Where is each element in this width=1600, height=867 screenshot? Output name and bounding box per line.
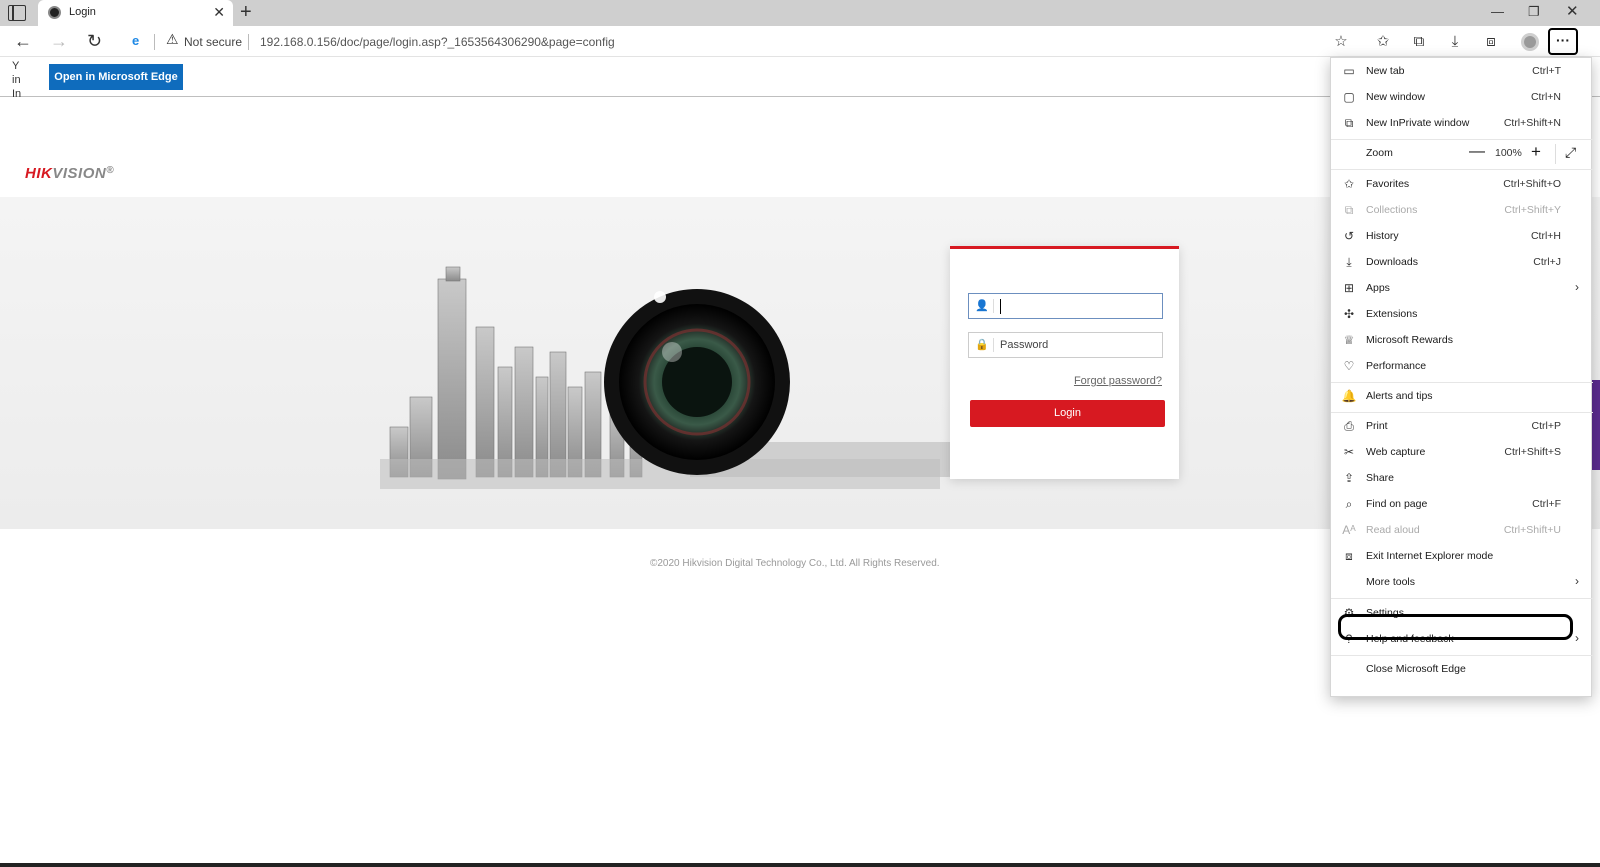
read-aloud-icon: Aᴬ bbox=[1342, 523, 1356, 537]
menu-item-zoom: Zoom — 100% + ⤢ bbox=[1331, 141, 1593, 167]
menu-item-performance[interactable]: ♡ Performance bbox=[1331, 354, 1593, 380]
menu-item-history[interactable]: ↺ History Ctrl+H bbox=[1331, 224, 1593, 250]
user-icon: 👤 bbox=[975, 300, 989, 312]
menu-item-share[interactable]: ⇪ Share bbox=[1331, 466, 1593, 492]
menu-item-extensions[interactable]: ✣ Extensions bbox=[1331, 302, 1593, 328]
taskbar-edge bbox=[0, 863, 1600, 867]
zoom-in-icon[interactable]: + bbox=[1531, 142, 1541, 162]
password-field[interactable]: 🔒 Password bbox=[968, 332, 1163, 358]
tab-strip: Login ✕ + — ❐ ✕ bbox=[0, 0, 1600, 26]
inprivate-icon: ⧉ bbox=[1344, 116, 1354, 130]
chevron-right-icon: › bbox=[1575, 280, 1579, 294]
minimize-icon[interactable]: — bbox=[1491, 4, 1504, 19]
chevron-right-icon: › bbox=[1575, 631, 1579, 645]
menu-item-new-window[interactable]: ▢ New window Ctrl+N bbox=[1331, 85, 1593, 111]
settings-more-button[interactable]: ··· bbox=[1548, 28, 1578, 55]
downloads-icon[interactable]: ⤓ bbox=[1445, 32, 1465, 52]
tab-login[interactable]: Login ✕ bbox=[38, 0, 233, 26]
new-tab-icon: ▭ bbox=[1343, 64, 1355, 78]
hikvision-logo: HIKVISION® bbox=[25, 165, 115, 182]
menu-item-alerts-and-tips[interactable]: 🔔 Alerts and tips bbox=[1331, 384, 1593, 410]
menu-item-find-on-page[interactable]: ⌕ Find on page Ctrl+F bbox=[1331, 492, 1593, 518]
new-tab-icon[interactable]: + bbox=[240, 1, 252, 24]
apps-icon: ⊞ bbox=[1343, 281, 1355, 295]
extensions-icon: ✣ bbox=[1343, 307, 1355, 321]
print-icon: ⎙ bbox=[1344, 419, 1354, 433]
menu-item-print[interactable]: ⎙ Print Ctrl+P bbox=[1331, 414, 1593, 440]
lock-icon: 🔒 bbox=[975, 339, 989, 351]
collections-icon[interactable]: ⧉ bbox=[1409, 32, 1429, 52]
divider bbox=[154, 34, 155, 50]
rewards-icon: ♕ bbox=[1343, 333, 1355, 347]
ie-mode-icon[interactable]: ⧈ bbox=[1481, 32, 1501, 52]
close-tab-icon[interactable]: ✕ bbox=[213, 4, 225, 21]
find-icon: ⌕ bbox=[1345, 497, 1353, 511]
edge-settings-menu: ▭ New tab Ctrl+T ▢ New window Ctrl+N ⧉ N… bbox=[1330, 57, 1593, 697]
downloads-icon: ⤓ bbox=[1346, 255, 1352, 269]
toolbar: ← → ↻ e ⚠ Not secure 192.168.0.156/doc/p… bbox=[0, 26, 1600, 57]
background-window-edge bbox=[1592, 380, 1600, 470]
city-camera-image bbox=[380, 266, 990, 489]
menu-item-web-capture[interactable]: ✂ Web capture Ctrl+Shift+S bbox=[1331, 440, 1593, 466]
username-field[interactable]: 👤 bbox=[968, 293, 1163, 319]
refresh-icon[interactable]: ↻ bbox=[87, 31, 102, 52]
divider bbox=[248, 34, 249, 50]
forgot-password-link[interactable]: Forgot password? bbox=[1074, 375, 1162, 387]
profile-avatar[interactable] bbox=[1521, 33, 1539, 51]
ie-mode-icon: ⧈ bbox=[1345, 549, 1353, 563]
history-icon: ↺ bbox=[1343, 229, 1355, 243]
password-placeholder: Password bbox=[1000, 339, 1049, 351]
chevron-right-icon: › bbox=[1575, 574, 1579, 588]
zoom-out-icon[interactable]: — bbox=[1469, 143, 1485, 161]
open-in-edge-button[interactable]: Open in Microsoft Edge bbox=[49, 64, 183, 90]
fullscreen-icon[interactable]: ⤢ bbox=[1565, 144, 1576, 161]
menu-item-exit-ie-mode[interactable]: ⧈ Exit Internet Explorer mode bbox=[1331, 544, 1593, 570]
security-status[interactable]: Not secure bbox=[184, 35, 242, 49]
forward-icon[interactable]: → bbox=[50, 31, 68, 52]
copyright-text: ©2020 Hikvision Digital Technology Co., … bbox=[650, 558, 940, 569]
warning-icon[interactable]: ⚠ bbox=[166, 31, 179, 48]
login-card: 👤 🔒 Password Forgot password? Login bbox=[950, 246, 1179, 479]
close-window-icon[interactable]: ✕ bbox=[1566, 2, 1579, 20]
collections-icon: ⧉ bbox=[1344, 203, 1354, 217]
menu-item-collections: ⧉ Collections Ctrl+Shift+Y bbox=[1331, 198, 1593, 224]
new-window-icon: ▢ bbox=[1343, 90, 1355, 104]
bell-icon: 🔔 bbox=[1341, 389, 1357, 403]
menu-item-close-edge[interactable]: Close Microsoft Edge bbox=[1331, 657, 1593, 683]
restore-icon[interactable]: ❐ bbox=[1528, 4, 1540, 20]
ie-bar-text: Y in In bbox=[12, 60, 22, 97]
tab-actions-icon[interactable] bbox=[8, 5, 26, 21]
menu-item-more-tools[interactable]: More tools › bbox=[1331, 570, 1593, 596]
address-bar-url[interactable]: 192.168.0.156/doc/page/login.asp?_165356… bbox=[260, 35, 615, 49]
favorites-icon: ✩ bbox=[1343, 177, 1355, 191]
favorites-icon[interactable]: ✩ bbox=[1373, 32, 1393, 52]
settings-highlight-annotation bbox=[1338, 614, 1573, 640]
zoom-level: 100% bbox=[1495, 147, 1522, 159]
menu-item-microsoft-rewards[interactable]: ♕ Microsoft Rewards bbox=[1331, 328, 1593, 354]
login-button[interactable]: Login bbox=[970, 400, 1165, 427]
ie-icon: e bbox=[132, 33, 140, 48]
web-capture-icon: ✂ bbox=[1343, 445, 1355, 459]
favicon-icon bbox=[48, 6, 61, 19]
performance-icon: ♡ bbox=[1343, 359, 1355, 373]
tab-title: Login bbox=[69, 6, 96, 18]
menu-item-favorites[interactable]: ✩ Favorites Ctrl+Shift+O bbox=[1331, 172, 1593, 198]
text-caret bbox=[1000, 299, 1001, 314]
menu-item-new-tab[interactable]: ▭ New tab Ctrl+T bbox=[1331, 59, 1593, 85]
share-icon: ⇪ bbox=[1343, 471, 1355, 485]
add-favorite-icon[interactable]: ☆ bbox=[1331, 32, 1351, 52]
menu-item-apps[interactable]: ⊞ Apps › bbox=[1331, 276, 1593, 302]
menu-item-read-aloud: Aᴬ Read aloud Ctrl+Shift+U bbox=[1342, 523, 1561, 537]
menu-item-new-inprivate-window[interactable]: ⧉ New InPrivate window Ctrl+Shift+N bbox=[1331, 111, 1593, 137]
back-icon[interactable]: ← bbox=[14, 31, 32, 52]
menu-item-downloads[interactable]: ⤓ Downloads Ctrl+J bbox=[1331, 250, 1593, 276]
